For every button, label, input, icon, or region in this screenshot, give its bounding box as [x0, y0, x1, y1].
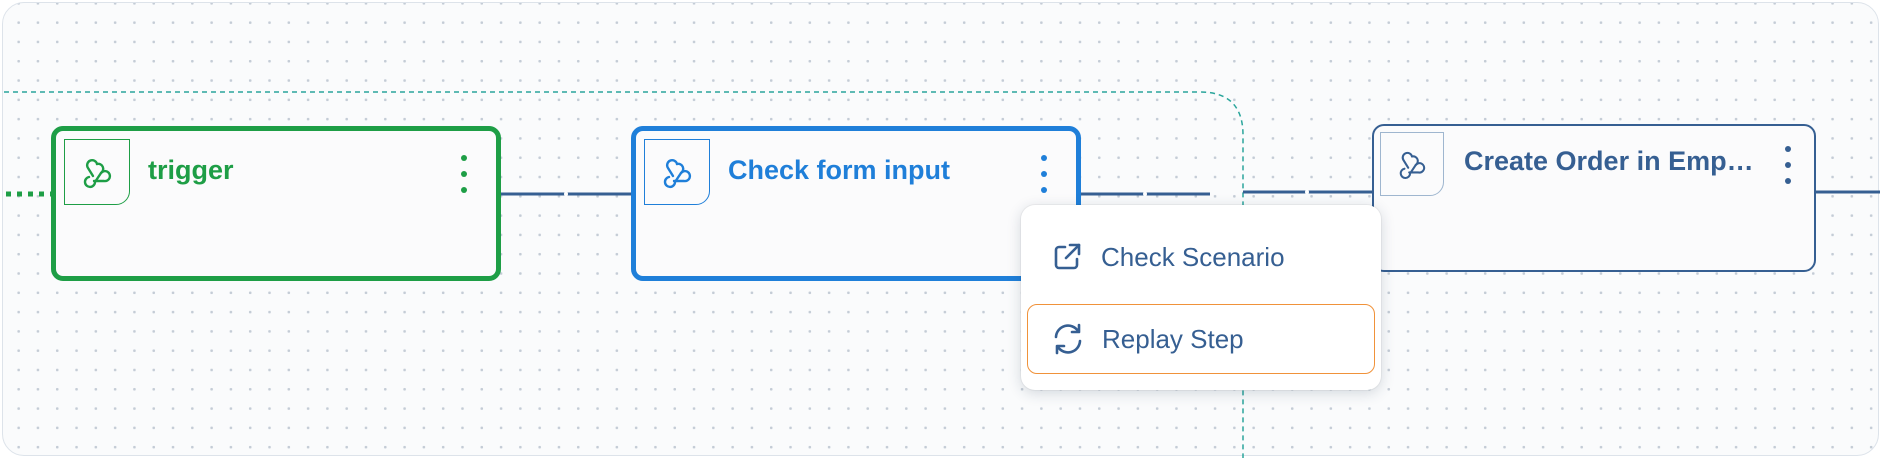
node-create-order[interactable]: Create Order in Empo...	[1372, 124, 1816, 272]
menu-item-replay-step[interactable]: Replay Step	[1027, 304, 1375, 374]
node-context-menu: Check Scenario Replay Step	[1021, 205, 1381, 390]
node-trigger[interactable]: trigger	[51, 126, 501, 281]
menu-item-label: Replay Step	[1102, 323, 1244, 354]
node-menu-button[interactable]	[452, 155, 476, 193]
webhook-icon	[644, 139, 710, 205]
external-link-icon	[1047, 237, 1087, 277]
menu-item-check-scenario[interactable]: Check Scenario	[1027, 222, 1375, 292]
webhook-icon	[1380, 132, 1444, 196]
node-menu-button[interactable]	[1032, 155, 1056, 193]
refresh-icon	[1048, 319, 1088, 359]
node-title: Create Order in Empo...	[1464, 146, 1764, 176]
node-title: Check form input	[728, 155, 951, 185]
node-menu-button[interactable]	[1776, 146, 1800, 184]
node-check-form-input[interactable]: Check form input	[631, 126, 1081, 281]
menu-item-label: Check Scenario	[1101, 241, 1285, 272]
webhook-icon	[64, 139, 130, 205]
node-title: trigger	[148, 155, 234, 185]
